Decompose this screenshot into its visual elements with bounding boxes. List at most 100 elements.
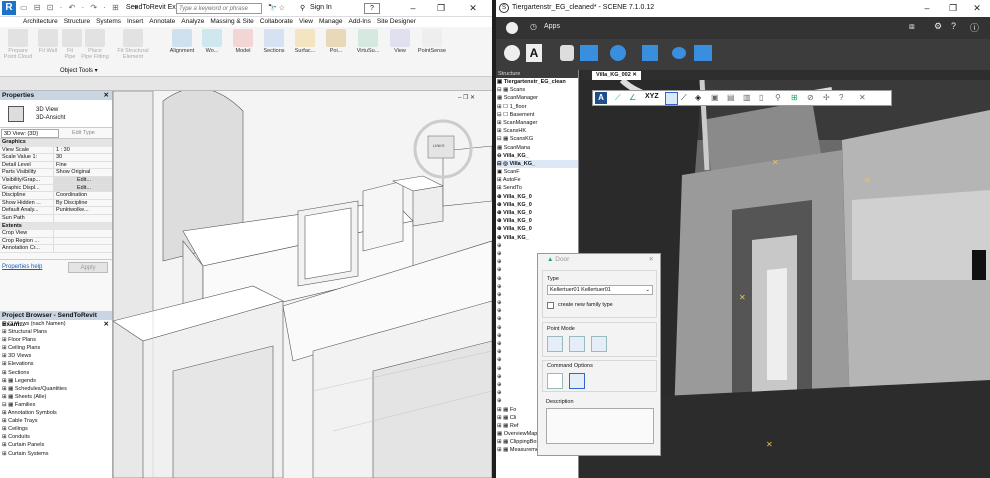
- vr-icon[interactable]: [672, 47, 686, 59]
- prop-value[interactable]: Punktwolke...: [54, 207, 112, 214]
- move-icon[interactable]: ✢: [823, 93, 830, 102]
- tree-item[interactable]: ⊞ ☐ 1_floor: [497, 103, 578, 111]
- workplane-button[interactable]: Wo...: [200, 29, 224, 54]
- crop-view-checkbox[interactable]: [54, 230, 112, 237]
- tree-item-selected[interactable]: ⊟ ◎ Villa_KG_: [497, 159, 578, 169]
- type-selector[interactable]: 3D View 3D-Ansicht: [0, 100, 112, 128]
- annotate-icon[interactable]: A: [526, 44, 542, 62]
- object-tools-panel-label[interactable]: Object Tools ▾: [60, 67, 98, 74]
- prop-value[interactable]: Coordination: [54, 192, 112, 199]
- tab-analyze[interactable]: Analyze: [178, 17, 207, 27]
- tree-item[interactable]: ⊞ Curtain Systems: [2, 450, 112, 458]
- prop-value[interactable]: Show Original: [54, 169, 112, 176]
- view-button[interactable]: View: [388, 29, 412, 54]
- apps-icon[interactable]: ◷: [530, 22, 537, 31]
- cube-icon[interactable]: ⧈: [909, 21, 915, 32]
- tree-item[interactable]: ⊖ Villa_KG_: [497, 152, 578, 160]
- apps-button[interactable]: Apps: [544, 23, 560, 30]
- tree-item[interactable]: ⊞ Floor Plans: [2, 336, 112, 344]
- point-mode-corner-button[interactable]: [569, 336, 585, 352]
- prepare-point-cloud-button[interactable]: Prepare Point Cloud: [2, 29, 34, 60]
- tree-item[interactable]: ⊞ ScanManager: [497, 119, 578, 127]
- tree-item[interactable]: ⊞ Cable Trays: [2, 417, 112, 425]
- polyline-icon[interactable]: ⟋: [681, 93, 687, 103]
- pointsense-button[interactable]: PointSense: [414, 29, 450, 54]
- close-icon[interactable]: ✕: [859, 93, 866, 102]
- surface-button[interactable]: Surfac...: [291, 29, 319, 54]
- measure-angle-icon[interactable]: ∠: [629, 93, 636, 102]
- edit-type-button[interactable]: Edit Type: [72, 130, 95, 136]
- tree-item[interactable]: ⊟ ☐ Views (nach Namen): [2, 320, 104, 328]
- tree-item[interactable]: ⊞ ▦ Legends: [2, 377, 112, 385]
- export-icon[interactable]: [694, 45, 712, 61]
- close-icon[interactable]: ✕: [649, 254, 660, 266]
- shield-icon[interactable]: [560, 45, 574, 61]
- measure-line-icon[interactable]: ⟋: [615, 93, 621, 103]
- revit-logo[interactable]: R: [2, 1, 16, 15]
- tree-item[interactable]: ⊞ Structural Plans: [2, 328, 104, 336]
- grid-icon[interactable]: ▥: [743, 93, 751, 102]
- annotation-crop-checkbox[interactable]: [54, 245, 112, 252]
- xyz-icon[interactable]: XYZ: [645, 93, 659, 100]
- properties-help-link[interactable]: Properties help: [2, 264, 42, 270]
- minimize-icon[interactable]: –: [916, 0, 938, 17]
- pin-icon[interactable]: ⚲: [775, 93, 781, 102]
- tree-item[interactable]: ⊞ AutoFe: [497, 176, 578, 184]
- tab-systems[interactable]: Systems: [93, 17, 124, 27]
- help-button[interactable]: ?: [364, 3, 380, 14]
- tree-item[interactable]: ⊞ Annotation Symbols: [2, 409, 112, 417]
- info-icon[interactable]: ⓘ: [970, 21, 979, 34]
- tree-item[interactable]: ⊕ Villa_KG_0: [497, 217, 578, 225]
- tree-item[interactable]: ⊕ Villa_KG_0: [497, 209, 578, 217]
- extents-section[interactable]: Extents: [0, 222, 112, 231]
- help-icon[interactable]: ?: [839, 93, 843, 102]
- prop-value[interactable]: [54, 215, 112, 222]
- back-icon[interactable]: [506, 22, 518, 34]
- door-icon[interactable]: ⊞: [791, 93, 798, 102]
- tree-item[interactable]: ▦ ScanManager: [497, 94, 578, 102]
- description-input[interactable]: [546, 408, 654, 444]
- edit-graphic-display-button[interactable]: Edit...: [54, 184, 112, 192]
- tab-annotate[interactable]: Annotate: [146, 17, 178, 27]
- revit-3d-viewport[interactable]: LINKS – ❐ ✕: [113, 91, 492, 478]
- tree-item[interactable]: ⊟ ▦ Scans: [497, 86, 578, 94]
- scanner-icon[interactable]: [580, 45, 598, 61]
- tab-architecture[interactable]: Architecture: [20, 17, 61, 27]
- tree-item[interactable]: ⊞ SendTo: [497, 184, 578, 192]
- prop-value[interactable]: 1 : 30: [54, 147, 112, 154]
- close-icon[interactable]: ✕: [966, 0, 988, 17]
- tree-item[interactable]: ⊞ Sections: [2, 369, 112, 377]
- marker-icon[interactable]: ✕: [772, 158, 779, 167]
- tree-item[interactable]: ⊞ Conduits: [2, 433, 112, 441]
- tab-insert[interactable]: Insert: [124, 17, 146, 27]
- door-frame-button[interactable]: [547, 373, 563, 389]
- measure-icon[interactable]: [610, 45, 626, 61]
- tab-massing[interactable]: Massing & Site: [207, 17, 256, 27]
- gear-icon[interactable]: ⚙: [934, 21, 942, 32]
- prop-value[interactable]: Fine: [54, 162, 112, 169]
- select-icon[interactable]: [665, 92, 678, 105]
- tree-item[interactable]: ▣ ScanF: [497, 168, 578, 176]
- tree-item[interactable]: ⊞ ▦ Sheets (Alle): [2, 393, 112, 401]
- point-mode-vertical-button[interactable]: [591, 336, 607, 352]
- paint-icon[interactable]: ◈: [695, 93, 701, 102]
- tree-item[interactable]: ⊞ ▦ Schedules/Quantities: [2, 385, 112, 393]
- restore-icon[interactable]: ❐: [942, 0, 964, 17]
- tab-manage[interactable]: Manage: [316, 17, 346, 27]
- tree-item[interactable]: ⊞ Curtain Panels: [2, 441, 112, 449]
- tree-item[interactable]: ⊟ ☐ Basement: [497, 111, 578, 119]
- create-new-checkbox[interactable]: [547, 302, 554, 309]
- help-icon[interactable]: ?: [951, 21, 956, 31]
- tree-item[interactable]: ▦ ScanMana: [497, 144, 578, 152]
- virtusurv-button[interactable]: VirtuSu...: [352, 29, 384, 54]
- quick-access-toolbar[interactable]: ▭ ⊟ ⊡ · ↶ · ↷ · ⊞ · ▾: [20, 3, 140, 12]
- marker-icon[interactable]: ✕: [766, 440, 773, 449]
- close-icon[interactable]: ✕: [462, 0, 484, 17]
- tree-item[interactable]: ⊟ ▦ Families: [2, 401, 112, 409]
- tab-view[interactable]: Villa_KG_002 ✕: [592, 71, 641, 80]
- fit-wall-button[interactable]: Fit Wall: [36, 29, 60, 54]
- tree-item[interactable]: ⊞ Elevations: [2, 360, 112, 368]
- crop-region-checkbox[interactable]: [54, 238, 112, 245]
- file-tab[interactable]: [0, 17, 20, 27]
- tree-item[interactable]: ▣ Tiergartenstr_EG_clean: [497, 78, 578, 86]
